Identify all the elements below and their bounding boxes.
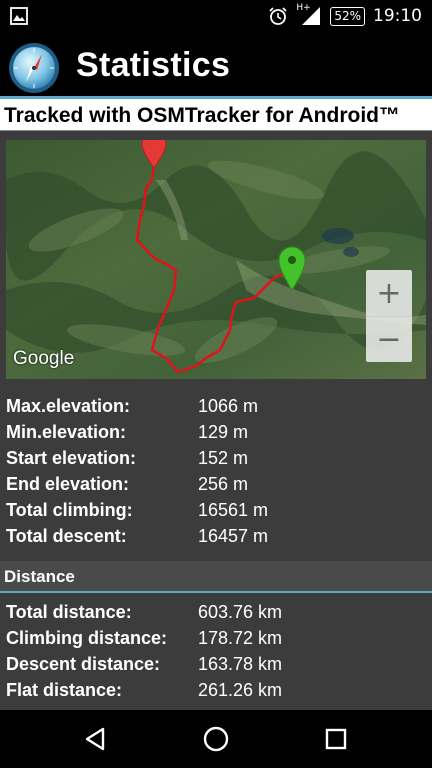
descent-distance-value: 163.78 km — [198, 654, 283, 674]
clock: 19:10 — [373, 6, 422, 26]
total-descent-label: Total descent: — [6, 526, 127, 546]
climbing-distance-value: 178.72 km — [198, 628, 283, 648]
elevation-stats: Max.elevation: 1066 m Min.elevation: 129… — [6, 393, 426, 549]
min-elevation-label: Min.elevation: — [6, 422, 127, 442]
compass-app-icon[interactable] — [8, 42, 60, 94]
distance-section-header: Distance — [0, 561, 432, 593]
home-icon[interactable] — [201, 724, 231, 754]
alarm-icon — [269, 7, 287, 25]
action-bar: Statistics — [0, 32, 432, 100]
max-elevation-value: 1066 m — [198, 396, 259, 416]
climbing-distance-label: Climbing distance: — [6, 628, 168, 648]
distance-section-title: Distance — [4, 567, 75, 586]
total-descent-value: 16457 m — [198, 526, 269, 546]
flat-distance-label: Flat distance: — [6, 680, 123, 700]
start-elevation-label: Start elevation: — [6, 448, 137, 468]
distance-stats: Total distance: 603.76 km Climbing dista… — [6, 599, 426, 703]
stat-row: Total distance: 603.76 km — [6, 599, 426, 625]
zoom-out-button[interactable]: − — [366, 316, 412, 362]
stat-row: Total descent: 16457 m — [6, 523, 426, 549]
stat-row: Flat distance: 261.26 km — [6, 677, 426, 703]
stat-row: Descent distance: 163.78 km — [6, 651, 426, 677]
stat-row: Climbing distance: 178.72 km — [6, 625, 426, 651]
stat-row: Min.elevation: 129 m — [6, 419, 426, 445]
recents-icon[interactable] — [321, 724, 351, 754]
statistics-content[interactable]: + − Google Max.elevation: 1066 m Min.ele… — [0, 131, 432, 710]
subtitle-bar: Tracked with OSMTracker for Android™ — [0, 99, 432, 131]
stat-row: Start elevation: 152 m — [6, 445, 426, 471]
stat-row: Total climbing: 16561 m — [6, 497, 426, 523]
satellite-map[interactable] — [6, 140, 426, 379]
max-elevation-label: Max.elevation: — [6, 396, 131, 416]
navigation-bar — [0, 710, 432, 768]
stat-row: Max.elevation: 1066 m — [6, 393, 426, 419]
total-distance-label: Total distance: — [6, 602, 132, 622]
section-divider — [0, 591, 432, 593]
google-attribution: Google — [13, 348, 75, 369]
zoom-in-button[interactable]: + — [366, 270, 412, 316]
status-bar: H+ 52% 19:10 — [0, 0, 432, 32]
total-climbing-label: Total climbing: — [6, 500, 133, 520]
stat-row: End elevation: 256 m — [6, 471, 426, 497]
end-elevation-value: 256 m — [198, 474, 249, 494]
tracked-with-label: Tracked with OSMTracker for Android™ — [4, 104, 400, 127]
zoom-controls: + − — [366, 270, 412, 362]
end-elevation-label: End elevation: — [6, 474, 130, 494]
track-map[interactable]: + − Google — [6, 140, 426, 379]
back-icon[interactable] — [81, 724, 111, 754]
descent-distance-label: Descent distance: — [6, 654, 161, 674]
signal-icon: H+ — [296, 3, 322, 27]
image-icon — [10, 7, 28, 25]
battery-indicator: 52% — [330, 6, 365, 26]
start-elevation-value: 152 m — [198, 448, 249, 468]
flat-distance-value: 261.26 km — [198, 680, 283, 700]
page-title: Statistics — [76, 46, 231, 84]
total-distance-value: 603.76 km — [198, 602, 283, 622]
total-climbing-value: 16561 m — [198, 500, 269, 520]
battery-percent: 52% — [334, 9, 361, 23]
min-elevation-value: 129 m — [198, 422, 249, 442]
